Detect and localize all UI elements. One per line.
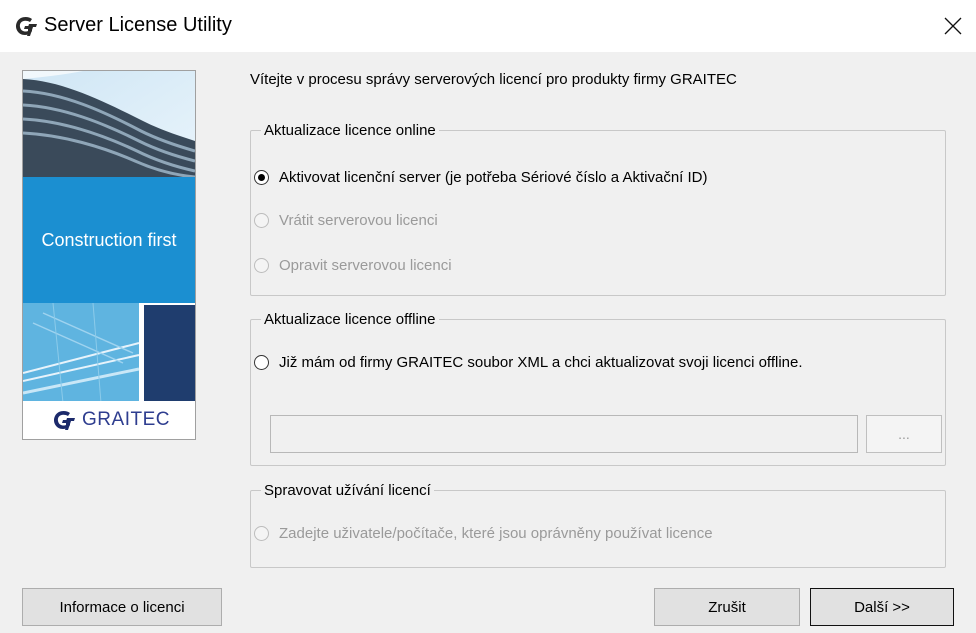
radio-repair-license-label: Opravit serverovou licenci — [279, 257, 452, 274]
manage-group-title: Spravovat užívání licencí — [264, 482, 431, 499]
window-title: Server License Utility — [44, 14, 232, 36]
bridge-photo — [23, 303, 195, 403]
graitec-logo: GRAITEC — [23, 401, 195, 439]
radio-repair-license[interactable]: Opravit serverovou licenci — [254, 257, 452, 274]
radio-repair-license-control[interactable] — [254, 258, 269, 273]
radio-manage-users[interactable]: Zadejte uživatele/počítače, které jsou o… — [254, 525, 713, 542]
online-group-title: Aktualizace licence online — [264, 122, 436, 139]
building-photo — [23, 71, 195, 177]
radio-offline-xml-control[interactable] — [254, 355, 269, 370]
radio-return-license-control[interactable] — [254, 213, 269, 228]
license-info-button[interactable]: Informace o licenci — [22, 588, 222, 626]
next-button[interactable]: Další >> — [810, 588, 954, 626]
radio-manage-users-control[interactable] — [254, 526, 269, 541]
radio-activate-server-control[interactable] — [254, 170, 269, 185]
graitec-logo-icon — [54, 411, 76, 430]
radio-return-license[interactable]: Vrátit serverovou licenci — [254, 212, 438, 229]
radio-activate-server-label: Aktivovat licenční server (je potřeba Sé… — [279, 169, 708, 186]
tagline-band: Construction first — [23, 177, 195, 303]
radio-offline-xml[interactable]: Již mám od firmy GRAITEC soubor XML a ch… — [254, 354, 803, 371]
radio-manage-users-label: Zadejte uživatele/počítače, které jsou o… — [279, 525, 713, 542]
radio-offline-xml-label: Již mám od firmy GRAITEC soubor XML a ch… — [279, 354, 803, 371]
xml-file-path-input[interactable] — [270, 415, 858, 453]
logo-wordmark: GRAITEC — [82, 409, 170, 430]
brand-image-panel: Construction first GRAITEC — [22, 70, 196, 440]
radio-return-license-label: Vrátit serverovou licenci — [279, 212, 438, 229]
graitec-app-icon — [15, 17, 37, 36]
title-bar: Server License Utility — [0, 0, 976, 52]
radio-activate-server[interactable]: Aktivovat licenční server (je potřeba Sé… — [254, 169, 708, 186]
close-button[interactable] — [930, 0, 976, 52]
brand-tagline: Construction first — [41, 229, 177, 250]
browse-button[interactable]: ... — [866, 415, 942, 453]
welcome-text: Vítejte v procesu správy serverových lic… — [250, 71, 737, 88]
close-icon — [944, 17, 962, 35]
offline-group-title: Aktualizace licence offline — [264, 311, 436, 328]
cancel-button[interactable]: Zrušit — [654, 588, 800, 626]
